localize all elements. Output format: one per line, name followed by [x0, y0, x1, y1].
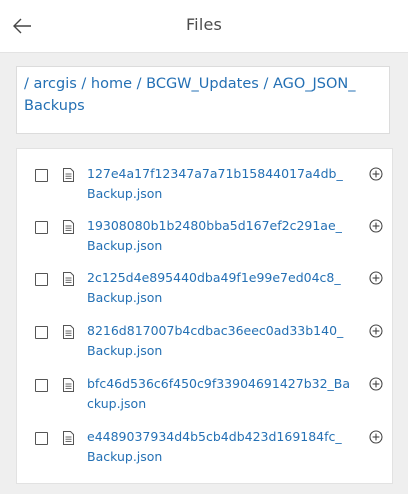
breadcrumb-item-bcgw-updates[interactable]: BCGW_Updates: [146, 76, 259, 92]
file-name-link[interactable]: e4489037934d4b5cb4db423d169184fc_ Backup.…: [87, 427, 357, 467]
file-text-icon: [63, 272, 74, 286]
file-list: 127e4a17f12347a7a71b15844017a4db_ Backup.…: [16, 148, 393, 484]
header-bar: Files: [0, 0, 408, 53]
file-name-part: Backup.json: [87, 290, 163, 305]
plus-circle-icon[interactable]: [369, 167, 383, 181]
page-title: Files: [185, 15, 223, 34]
file-text-icon: [63, 325, 74, 339]
file-name-link[interactable]: 2c125d4e895440dba49f1e99e7ed04c8_ Backup.…: [87, 268, 357, 308]
file-name-part: 2c125d4e895440dba49f1e99e7ed04c8_: [87, 270, 341, 285]
breadcrumb-separator: /: [24, 76, 34, 92]
breadcrumb: / arcgis / home / BCGW_Updates / AGO_JSO…: [16, 66, 390, 134]
file-name-part: 127e4a17f12347a7a71b15844017a4db_: [87, 166, 343, 181]
plus-circle-icon[interactable]: [369, 219, 383, 233]
plus-circle-icon[interactable]: [369, 377, 383, 391]
breadcrumb-item-arcgis[interactable]: arcgis: [34, 76, 77, 92]
plus-circle-icon[interactable]: [369, 324, 383, 338]
breadcrumb-separator: /: [258, 76, 273, 92]
file-text-icon: [63, 168, 74, 182]
file-name-part: Backup.json: [87, 343, 163, 358]
file-text-icon: [63, 378, 74, 392]
breadcrumb-separator: /: [132, 76, 147, 92]
file-checkbox[interactable]: [35, 379, 48, 392]
file-name-link[interactable]: bfc46d536c6f450c9f33904691427b32_Ba ckup.…: [87, 374, 357, 414]
file-name-link[interactable]: 8216d817007b4cdbac36eec0ad33b140_ Backup.…: [87, 321, 357, 361]
file-name-part: Backup.json: [87, 449, 163, 464]
file-checkbox[interactable]: [35, 221, 48, 234]
file-checkbox[interactable]: [35, 432, 48, 445]
breadcrumb-item-home[interactable]: home: [91, 76, 132, 92]
list-item: bfc46d536c6f450c9f33904691427b32_Ba ckup.…: [17, 359, 392, 411]
file-checkbox[interactable]: [35, 169, 48, 182]
file-name-part: ckup.json: [87, 396, 147, 411]
file-name-part: e4489037934d4b5cb4db423d169184fc_: [87, 429, 342, 444]
file-name-part: 8216d817007b4cdbac36eec0ad33b140_: [87, 323, 344, 338]
file-name-part: 19308080b1b2480bba5d167ef2c291ae_: [87, 218, 342, 233]
breadcrumb-separator: /: [76, 76, 91, 92]
list-item: 2c125d4e895440dba49f1e99e7ed04c8_ Backup.…: [17, 253, 392, 305]
list-item: 19308080b1b2480bba5d167ef2c291ae_ Backup.…: [17, 201, 392, 253]
file-checkbox[interactable]: [35, 326, 48, 339]
file-name-part: Backup.json: [87, 238, 163, 253]
file-name-link[interactable]: 127e4a17f12347a7a71b15844017a4db_ Backup.…: [87, 164, 357, 204]
list-item: e4489037934d4b5cb4db423d169184fc_ Backup.…: [17, 412, 392, 464]
list-item: 127e4a17f12347a7a71b15844017a4db_ Backup.…: [17, 149, 392, 201]
file-text-icon: [63, 431, 74, 445]
plus-circle-icon[interactable]: [369, 430, 383, 444]
file-name-link[interactable]: 19308080b1b2480bba5d167ef2c291ae_ Backup.…: [87, 216, 357, 256]
file-name-part: Backup.json: [87, 186, 163, 201]
file-text-icon: [63, 220, 74, 234]
file-name-part: bfc46d536c6f450c9f33904691427b32_Ba: [87, 376, 351, 391]
plus-circle-icon[interactable]: [369, 271, 383, 285]
list-item: 8216d817007b4cdbac36eec0ad33b140_ Backup.…: [17, 306, 392, 358]
file-checkbox[interactable]: [35, 273, 48, 286]
